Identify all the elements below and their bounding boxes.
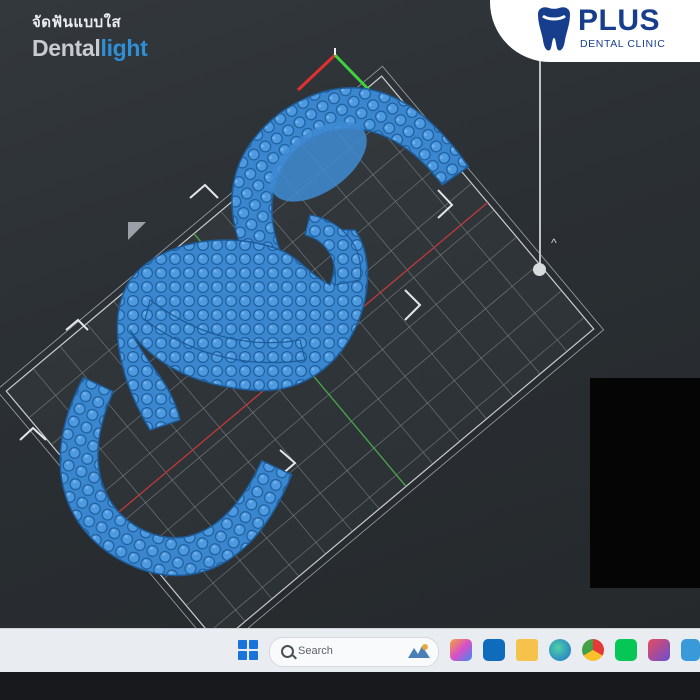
tooth-icon	[538, 7, 570, 51]
taskbar: Search	[0, 628, 700, 673]
brand-dental: Dental	[32, 35, 101, 61]
brand-light: light	[100, 35, 148, 61]
watermark-thai-text: จัดฟันแบบใส	[32, 14, 122, 31]
taskbar-search[interactable]: Search	[269, 637, 439, 667]
windows-start-icon[interactable]	[238, 640, 258, 660]
preview-panel	[590, 378, 700, 588]
clinic-subtitle: DENTAL CLINIC	[580, 38, 666, 50]
app-icon[interactable]	[681, 639, 700, 661]
search-placeholder: Search	[298, 645, 333, 657]
clinic-logo: PLUS DENTAL CLINIC	[490, 0, 700, 62]
outlook-icon[interactable]	[483, 639, 505, 661]
clinic-name: PLUS	[578, 4, 661, 37]
slicer-app-icon[interactable]	[648, 639, 670, 661]
axis-gizmo[interactable]	[296, 48, 374, 95]
corner-marker	[128, 222, 146, 240]
3d-viewport[interactable]: ^ จัดฟันแบบใส Dentallight PLUS DENTAL CL…	[0, 0, 700, 628]
layer-slider-handle[interactable]	[533, 263, 546, 276]
line-icon[interactable]	[615, 639, 637, 661]
search-icon	[281, 645, 294, 658]
watermark-brand: Dentallight	[32, 35, 148, 62]
screen-bezel	[0, 672, 700, 700]
edge-icon[interactable]	[549, 639, 571, 661]
search-highlight-icon	[408, 644, 430, 658]
chrome-icon[interactable]	[582, 639, 604, 661]
slider-up-arrow-icon[interactable]: ^	[551, 236, 557, 250]
watermark: จัดฟันแบบใส Dentallight	[32, 10, 148, 62]
copilot-icon[interactable]	[450, 639, 472, 661]
layer-slider-track[interactable]	[539, 48, 541, 270]
file-explorer-icon[interactable]	[516, 639, 538, 661]
